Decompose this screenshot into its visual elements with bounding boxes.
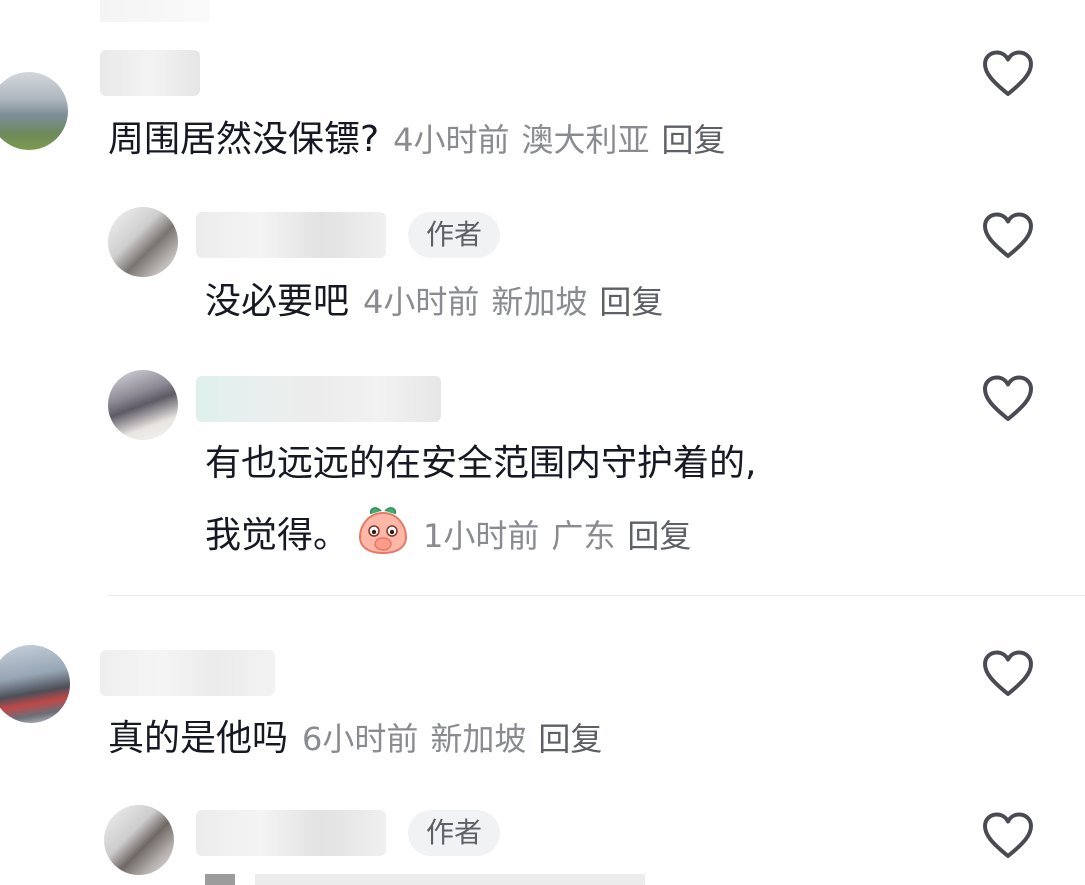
- reply-button[interactable]: 回复: [599, 283, 663, 321]
- comment-text: 周围居然没保镖?: [108, 119, 380, 160]
- comment-content: 真的是他吗 6小时前 新加坡 回复: [108, 715, 602, 763]
- reply-location: 广东: [551, 517, 616, 555]
- username-blurred[interactable]: [196, 810, 386, 856]
- reply-button[interactable]: 回复: [627, 517, 691, 555]
- reply-content: 没必要吧 4小时前 新加坡 回复: [205, 278, 663, 326]
- reply-location: 新加坡: [491, 283, 588, 321]
- top-edge-blur: [100, 0, 210, 22]
- comment-time: 4小时前: [393, 121, 510, 159]
- avatar[interactable]: [0, 72, 68, 150]
- reply-time: 4小时前: [363, 283, 480, 321]
- comment-divider: [108, 595, 1085, 596]
- avatar[interactable]: [104, 805, 174, 875]
- comment-content: 周围居然没保镖? 4小时前 澳大利亚 回复: [108, 116, 726, 164]
- heart-outline-icon[interactable]: [982, 812, 1034, 860]
- peach-covering-mouth-emoji: [359, 507, 408, 555]
- heart-outline-icon[interactable]: [982, 50, 1034, 98]
- reply-text-line1: 有也远远的在安全范围内守护着的,: [205, 443, 757, 484]
- username-blurred[interactable]: [100, 50, 200, 96]
- comment-location: 新加坡: [430, 720, 527, 758]
- avatar[interactable]: [108, 370, 178, 440]
- author-badge: 作者: [408, 810, 501, 856]
- heart-outline-icon[interactable]: [982, 650, 1034, 698]
- username-blurred[interactable]: [100, 650, 275, 696]
- comment-time: 6小时前: [302, 720, 419, 758]
- reply-content: 有也远远的在安全范围内守护着的,: [205, 440, 756, 488]
- reply-button[interactable]: 回复: [662, 121, 726, 159]
- username-blurred[interactable]: [196, 212, 386, 258]
- reply-text-line2: 我觉得。: [205, 515, 350, 556]
- avatar[interactable]: [108, 207, 178, 277]
- reply-time: 1小时前: [423, 517, 540, 555]
- username-blurred[interactable]: [196, 376, 441, 422]
- author-badge: 作者: [408, 212, 501, 258]
- reply-text-cutoff: [205, 874, 645, 885]
- reply-content-line2: 我觉得。 1小时前 广东 回复: [205, 505, 691, 560]
- comment-text: 真的是他吗: [108, 718, 289, 759]
- heart-outline-icon[interactable]: [982, 212, 1034, 260]
- avatar[interactable]: [0, 645, 70, 723]
- comment-location: 澳大利亚: [521, 121, 650, 159]
- reply-button[interactable]: 回复: [538, 720, 602, 758]
- heart-outline-icon[interactable]: [982, 375, 1034, 423]
- reply-text: 没必要吧: [205, 281, 350, 322]
